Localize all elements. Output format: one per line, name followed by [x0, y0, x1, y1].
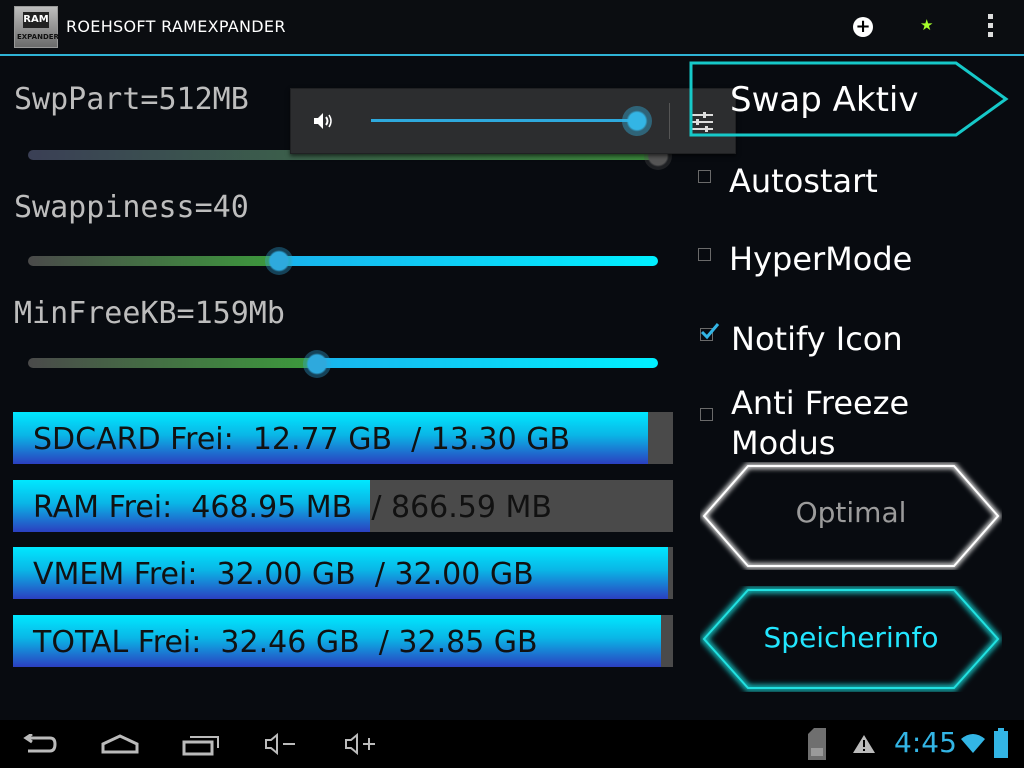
total-bar: TOTAL Frei: 32.46 GB / 32.85 GB	[13, 615, 673, 667]
minfreekb-slider-track[interactable]	[28, 358, 658, 368]
minfreekb-slider-thumb[interactable]	[303, 350, 331, 378]
action-bar: RAM EXPANDER ROEHSOFT RAMEXPANDER + ★	[0, 0, 1024, 56]
warning-icon	[853, 735, 875, 753]
app-logo-ram-text: RAM	[23, 12, 49, 28]
checkmark-icon	[700, 323, 720, 340]
hypermode-checkbox[interactable]	[698, 248, 711, 261]
system-navigation-bar: 4:45	[0, 720, 1024, 768]
vmem-bar: VMEM Frei: 32.00 GB / 32.00 GB	[13, 547, 673, 599]
anti-freeze-label-line2: Modus	[731, 424, 836, 462]
app-title: ROEHSOFT RAMEXPANDER	[66, 17, 286, 36]
notify-icon-label: Notify Icon	[731, 320, 903, 358]
clock-time: 4:45	[894, 726, 957, 759]
speicherinfo-label: Speicherinfo	[763, 621, 939, 654]
wifi-icon	[961, 734, 985, 753]
app-logo-icon: RAM EXPANDER	[14, 6, 59, 48]
battery-icon	[994, 728, 1008, 758]
swappiness-slider-track[interactable]	[28, 256, 658, 266]
sdcard-bar-label: SDCARD Frei: 12.77 GB / 13.30 GB	[33, 422, 571, 457]
back-icon[interactable]	[22, 734, 58, 756]
volume-slider-track[interactable]	[371, 119, 639, 122]
swppart-label: SwpPart=512MB	[14, 82, 249, 117]
swappiness-label: Swappiness=40	[14, 190, 249, 225]
star-icon[interactable]: ★	[920, 16, 933, 34]
autostart-checkbox[interactable]	[698, 170, 711, 183]
volume-popup	[290, 88, 736, 154]
speaker-icon	[314, 113, 332, 129]
anti-freeze-label: Anti Freeze	[731, 384, 910, 422]
minfreekb-label: MinFreeKB=159Mb	[14, 296, 285, 331]
app-logo-expander-text: EXPANDER	[17, 33, 59, 41]
volume-up-icon[interactable]	[344, 732, 378, 756]
autostart-label: Autostart	[729, 162, 878, 200]
vmem-bar-label: VMEM Frei: 32.00 GB / 32.00 GB	[33, 557, 534, 592]
add-circle-icon[interactable]: +	[853, 17, 873, 37]
swappiness-slider-thumb[interactable]	[265, 247, 293, 275]
sdcard-bar: SDCARD Frei: 12.77 GB / 13.30 GB	[13, 412, 673, 464]
optimal-label: Optimal	[795, 496, 907, 529]
overflow-menu-icon[interactable]	[985, 14, 995, 40]
ram-bar: RAM Frei: 468.95 MB / 866.59 MB	[13, 480, 673, 532]
total-bar-label: TOTAL Frei: 32.46 GB / 32.85 GB	[33, 625, 538, 660]
volume-slider-thumb[interactable]	[622, 106, 652, 136]
ram-bar-label: RAM Frei: 468.95 MB / 866.59 MB	[33, 490, 552, 525]
volume-divider	[669, 103, 670, 139]
hypermode-label: HyperMode	[729, 240, 913, 278]
recent-apps-icon[interactable]	[182, 734, 220, 756]
anti-freeze-checkbox[interactable]	[700, 408, 713, 421]
home-icon[interactable]	[100, 734, 140, 754]
sd-card-icon	[808, 728, 826, 760]
volume-down-icon[interactable]	[264, 732, 298, 756]
swap-aktiv-label: Swap Aktiv	[730, 80, 919, 120]
